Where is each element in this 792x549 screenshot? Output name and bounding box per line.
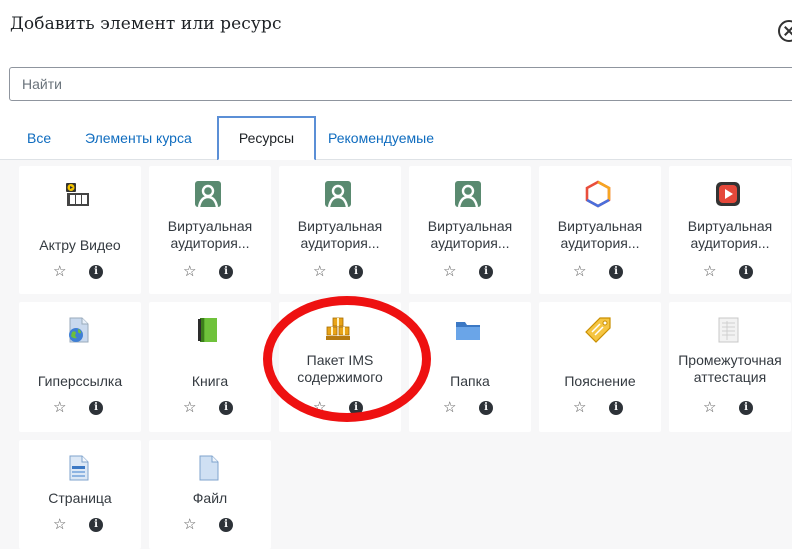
resource-card-aktru-video[interactable]: Актру Видео ☆ i — [19, 166, 141, 294]
resource-card-virtual-classroom-5[interactable]: Виртуальная аудитория... ☆ i — [669, 166, 791, 294]
virtual-classroom-icon — [325, 181, 351, 208]
star-outline-icon[interactable]: ☆ — [53, 517, 66, 533]
resource-card-label: Виртуальная аудитория... — [167, 218, 253, 251]
resource-card-page[interactable]: Страница ☆ i — [19, 440, 141, 549]
resource-card-label: Гиперссылка — [37, 373, 123, 389]
info-circle-icon[interactable]: i — [349, 401, 363, 415]
star-outline-icon[interactable]: ☆ — [53, 264, 66, 280]
star-outline-icon[interactable]: ☆ — [443, 264, 456, 280]
resource-card-label: Пояснение — [564, 373, 636, 389]
info-circle-icon[interactable]: i — [219, 401, 233, 415]
star-outline-icon[interactable]: ☆ — [703, 264, 716, 280]
resource-card-label: Страница — [48, 490, 112, 506]
dialog-title: Добавить элемент или ресурс — [10, 14, 282, 34]
info-circle-icon[interactable]: i — [609, 401, 623, 415]
tab-resources[interactable]: Ресурсы — [217, 116, 316, 161]
resource-card-virtual-classroom-1[interactable]: Виртуальная аудитория... ☆ i — [149, 166, 271, 294]
resource-card-interim-assessment[interactable]: Промежуточная аттестация ☆ i — [669, 302, 791, 432]
resource-card-hyperlink[interactable]: Гиперссылка ☆ i — [19, 302, 141, 432]
tab-activities[interactable]: Элементы курса — [85, 116, 192, 160]
resource-card-label: Виртуальная аудитория... — [297, 218, 383, 251]
info-circle-icon[interactable]: i — [609, 265, 623, 279]
info-circle-icon[interactable]: i — [89, 401, 103, 415]
virtual-classroom-icon — [195, 181, 221, 208]
virtual-classroom-icon — [455, 181, 481, 208]
tab-bar: Все Элементы курса Ресурсы Рекомендуемые — [0, 116, 792, 161]
star-outline-icon[interactable]: ☆ — [53, 400, 66, 416]
info-circle-icon[interactable]: i — [349, 265, 363, 279]
package-boxes-icon — [326, 317, 350, 340]
info-circle-icon[interactable]: i — [739, 401, 753, 415]
video-camera-icon — [66, 183, 89, 206]
play-button-icon — [716, 182, 740, 206]
resource-card-label: Пакет IMS содержимого — [297, 352, 383, 385]
globe-page-icon — [69, 317, 89, 343]
label-tag-icon — [585, 317, 611, 343]
info-circle-icon[interactable]: i — [89, 518, 103, 532]
resource-card-ims-package[interactable]: Пакет IMS содержимого ☆ i — [279, 302, 401, 432]
star-outline-icon[interactable]: ☆ — [183, 400, 196, 416]
resource-card-label: Промежуточная аттестация — [678, 352, 782, 385]
info-circle-icon[interactable]: i — [479, 265, 493, 279]
tab-recommended[interactable]: Рекомендуемые — [328, 116, 434, 160]
star-outline-icon[interactable]: ☆ — [573, 264, 586, 280]
resource-card-label: Виртуальная аудитория... — [557, 218, 643, 251]
info-circle-icon[interactable]: i — [219, 518, 233, 532]
info-circle-icon[interactable]: i — [89, 265, 103, 279]
page-icon — [69, 455, 89, 481]
star-outline-icon[interactable]: ☆ — [313, 264, 326, 280]
resource-card-folder[interactable]: Папка ☆ i — [409, 302, 531, 432]
resource-card-virtual-classroom-4[interactable]: Виртуальная аудитория... ☆ i — [539, 166, 661, 294]
star-outline-icon[interactable]: ☆ — [703, 400, 716, 416]
star-outline-icon[interactable]: ☆ — [183, 264, 196, 280]
resource-card-virtual-classroom-2[interactable]: Виртуальная аудитория... ☆ i — [279, 166, 401, 294]
resource-card-label: Папка — [450, 373, 490, 389]
resource-card-label: Книга — [191, 373, 229, 389]
file-icon — [199, 455, 219, 481]
resource-card-label: Файл — [192, 490, 228, 506]
book-icon — [198, 318, 217, 342]
resource-card-virtual-classroom-3[interactable]: Виртуальная аудитория... ☆ i — [409, 166, 531, 294]
star-outline-icon[interactable]: ☆ — [573, 400, 586, 416]
info-circle-icon[interactable]: i — [479, 401, 493, 415]
resource-card-label: Виртуальная аудитория... — [687, 218, 773, 251]
resource-grid: Актру Видео ☆ i Виртуальная аудитория...… — [0, 160, 792, 549]
info-circle-icon[interactable]: i — [219, 265, 233, 279]
close-circle-icon[interactable] — [778, 20, 792, 42]
search-input[interactable] — [9, 67, 792, 101]
resource-card-label: Актру Видео — [39, 237, 121, 253]
grade-sheet-icon — [718, 317, 739, 343]
resource-card-label: Виртуальная аудитория... — [427, 218, 513, 251]
resource-card-label-item[interactable]: Пояснение ☆ i — [539, 302, 661, 432]
folder-icon — [456, 322, 480, 340]
resource-card-book[interactable]: Книга ☆ i — [149, 302, 271, 432]
star-outline-icon[interactable]: ☆ — [313, 400, 326, 416]
star-outline-icon[interactable]: ☆ — [183, 517, 196, 533]
tab-all[interactable]: Все — [27, 116, 51, 160]
star-outline-icon[interactable]: ☆ — [443, 400, 456, 416]
resource-card-file[interactable]: Файл ☆ i — [149, 440, 271, 549]
dialog-header: Добавить элемент или ресурс — [0, 0, 792, 52]
hexagon-icon — [585, 180, 611, 208]
info-circle-icon[interactable]: i — [739, 265, 753, 279]
